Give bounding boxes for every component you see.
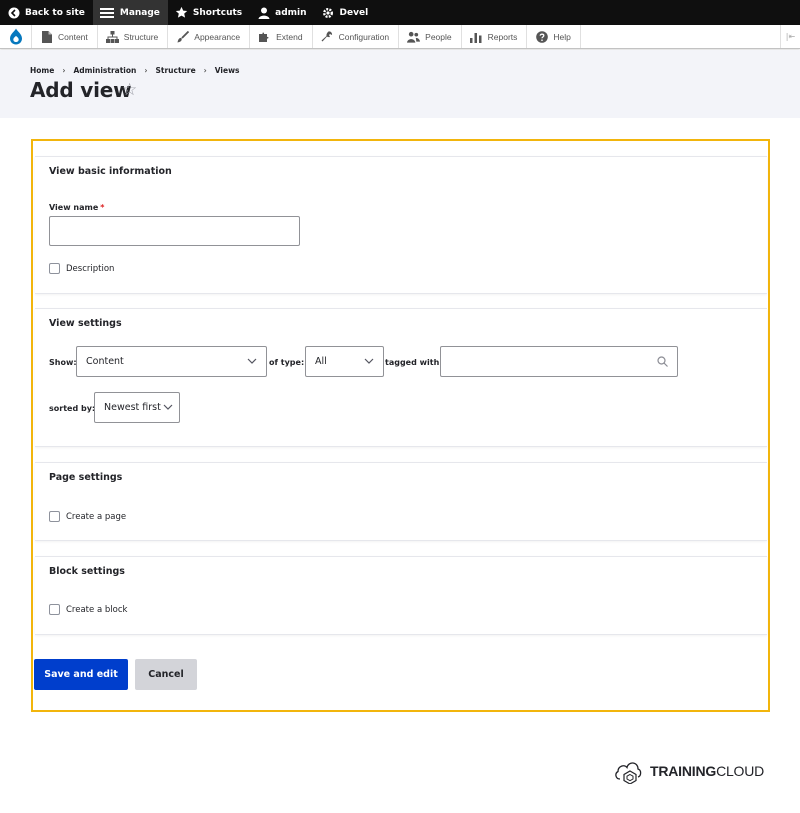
cloud-icon [615, 762, 642, 784]
user-icon [257, 6, 270, 19]
hamburger-icon [100, 6, 115, 19]
paintbrush-icon [176, 30, 189, 43]
view-name-label: View name * [49, 203, 104, 212]
drupal-logo-icon[interactable] [0, 25, 32, 48]
block-settings-title: Block settings [49, 566, 125, 577]
tray-label-structure: Structure [123, 31, 159, 42]
required-marker: * [100, 203, 105, 212]
basic-info-title: View basic information [49, 166, 172, 177]
chevron-down-icon [364, 358, 374, 364]
tray-label-appearance: Appearance [194, 31, 241, 42]
breadcrumb-home[interactable]: Home [30, 66, 54, 75]
description-label: Description [66, 264, 115, 274]
create-page-checkbox[interactable] [49, 511, 60, 522]
user-tab[interactable]: admin [250, 0, 314, 25]
breadcrumb-separator: › [62, 66, 66, 75]
view-basic-information-card: View basic information View name * Descri… [35, 156, 767, 294]
save-and-edit-button[interactable]: Save and edit [34, 659, 128, 690]
page-title: Add view [30, 78, 132, 102]
chevron-down-icon [163, 404, 173, 410]
breadcrumb-views[interactable]: Views [215, 66, 240, 75]
breadcrumb-structure[interactable]: Structure [155, 66, 195, 75]
page-settings-card: Page settings Create a page [35, 462, 767, 541]
admin-tray: Content Structure Appearance Extend Conf… [0, 25, 800, 49]
type-select[interactable]: All [305, 346, 384, 377]
create-block-checkbox[interactable] [49, 604, 60, 615]
tray-item-structure[interactable]: Structure [98, 25, 169, 48]
sorted-by-label: sorted by: [49, 404, 96, 413]
page-icon [40, 30, 53, 43]
breadcrumb-separator: › [203, 66, 207, 75]
show-select[interactable]: Content [76, 346, 267, 377]
back-to-site-link[interactable]: Back to site [0, 0, 93, 25]
shortcuts-tab[interactable]: Shortcuts [168, 0, 250, 25]
tray-label-help: Help [553, 31, 571, 42]
back-arrow-icon [7, 6, 20, 19]
search-icon [657, 356, 668, 367]
of-type-label: of type: [269, 358, 305, 367]
show-label: Show: [49, 358, 77, 367]
star-icon [175, 6, 188, 19]
back-to-site-label: Back to site [25, 7, 85, 18]
brand-name: TRAININGCLOUD [650, 763, 764, 779]
user-label: admin [275, 7, 307, 18]
view-settings-title: View settings [49, 318, 122, 329]
breadcrumb: Home › Administration › Structure › View… [30, 66, 239, 75]
description-checkbox[interactable] [49, 263, 60, 274]
show-select-value: Content [86, 356, 124, 367]
puzzle-icon [258, 31, 271, 43]
admin-toolbar: Back to site Manage Shortcuts admin Deve… [0, 0, 800, 25]
view-name-label-text: View name [49, 203, 99, 212]
tray-label-content: Content [58, 31, 88, 42]
tray-label-extend: Extend [276, 31, 303, 42]
view-settings-card: View settings Show: Content of type: All… [35, 308, 767, 447]
manage-label: Manage [119, 7, 160, 18]
sorted-by-select[interactable]: Newest first [94, 392, 180, 423]
tray-label-configuration: Configuration [338, 31, 390, 42]
wrench-icon [321, 30, 334, 43]
create-block-label: Create a block [66, 605, 128, 615]
breadcrumb-separator: › [144, 66, 148, 75]
page-header: Home › Administration › Structure › View… [0, 50, 800, 118]
create-page-label: Create a page [66, 512, 127, 522]
chevron-down-icon [247, 358, 257, 364]
bar-chart-icon [470, 31, 483, 43]
shortcuts-label: Shortcuts [192, 7, 243, 18]
block-settings-card: Block settings Create a block [35, 556, 767, 635]
manage-tab[interactable]: Manage [92, 0, 168, 25]
devel-tab[interactable]: Devel [315, 0, 377, 25]
tray-item-reports[interactable]: Reports [462, 25, 528, 48]
page-settings-title: Page settings [49, 472, 123, 483]
brand-name-bold: TRAINING [650, 763, 717, 779]
question-icon [535, 30, 548, 43]
brand-name-normal: CLOUD [716, 763, 765, 779]
tray-item-extend[interactable]: Extend [250, 25, 313, 48]
tray-label-people: People [425, 31, 452, 42]
breadcrumb-administration[interactable]: Administration [73, 66, 136, 75]
tray-label-reports: Reports [487, 31, 518, 42]
people-icon [407, 31, 421, 43]
sitemap-icon [105, 30, 119, 43]
tray-item-content[interactable]: Content [32, 25, 98, 48]
tray-item-configuration[interactable]: Configuration [313, 25, 400, 48]
cancel-button[interactable]: Cancel [135, 659, 197, 690]
gear-icon [322, 6, 335, 19]
tray-item-people[interactable]: People [399, 25, 462, 48]
sorted-by-value: Newest first [104, 402, 161, 413]
tray-orientation-toggle[interactable]: |⇤ [780, 25, 800, 48]
tagged-with-label: tagged with: [385, 358, 443, 367]
shortcut-star-icon[interactable]: ☆ [122, 82, 137, 99]
type-select-value: All [315, 356, 327, 367]
tray-item-appearance[interactable]: Appearance [168, 25, 251, 48]
tagged-with-input[interactable] [440, 346, 678, 377]
view-name-input[interactable] [49, 216, 300, 246]
devel-label: Devel [339, 7, 369, 18]
trainingcloud-logo: TRAININGCLOUD [613, 758, 764, 784]
tray-item-help[interactable]: Help [527, 25, 581, 48]
